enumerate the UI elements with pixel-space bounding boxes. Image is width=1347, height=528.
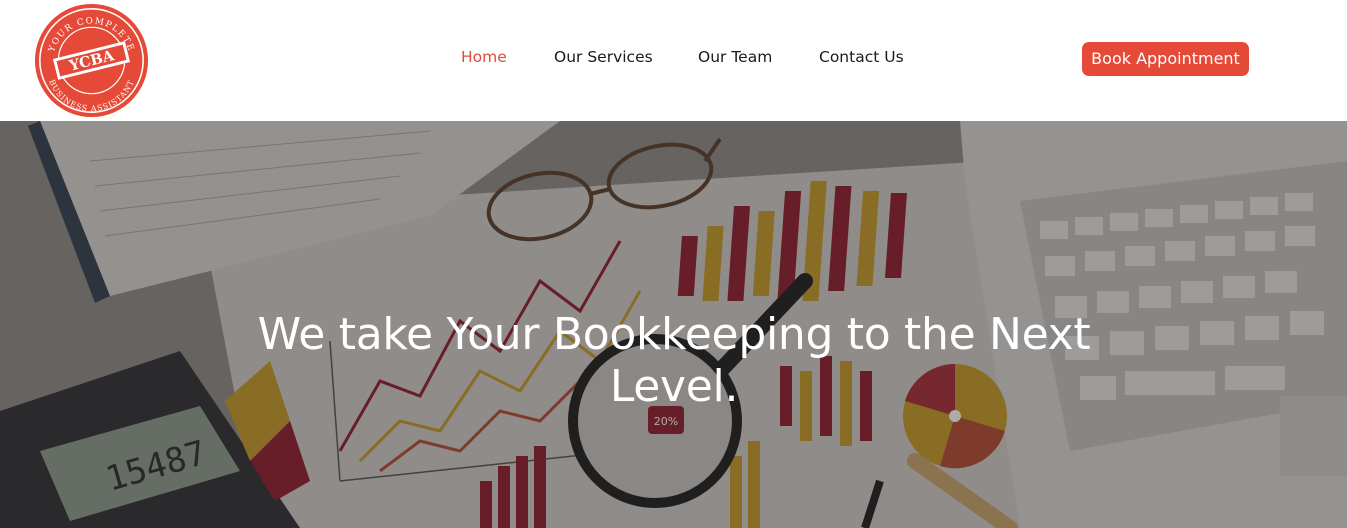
nav-our-services[interactable]: Our Services [554, 48, 653, 66]
nav-home[interactable]: Home [461, 48, 507, 66]
hero-section: 20% 15487 We take Your Bookkeeping to th… [0, 121, 1347, 528]
nav-contact-us[interactable]: Contact Us [819, 48, 904, 66]
book-appointment-button[interactable]: Book Appointment [1082, 42, 1249, 76]
nav-our-team[interactable]: Our Team [698, 48, 772, 66]
site-header: YOUR COMPLETE BUSINESS ASSISTANT YCBA Ho… [0, 0, 1347, 121]
hero-title: We take Your Bookkeeping to the Next Lev… [257, 309, 1091, 412]
